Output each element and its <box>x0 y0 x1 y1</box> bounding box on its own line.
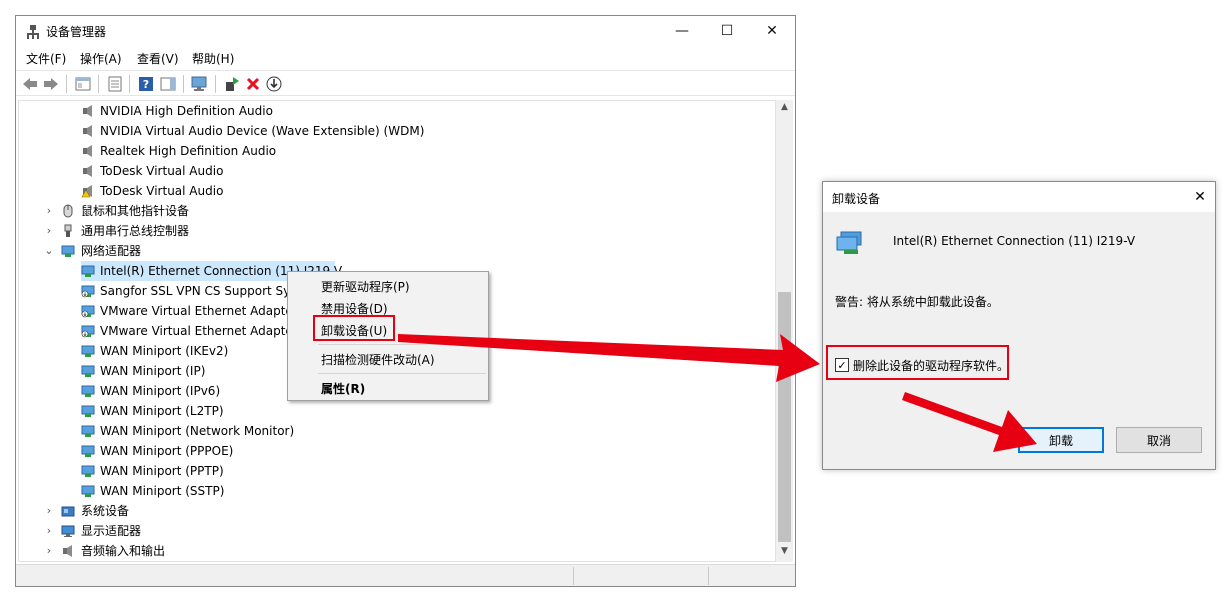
forward-icon[interactable] <box>42 75 60 93</box>
uninstall-button[interactable]: 卸载 <box>1018 427 1104 453</box>
tree-item-label: ToDesk Virtual Audio <box>100 164 224 178</box>
chevron-right-icon[interactable]: › <box>43 201 55 221</box>
tree-item-label: VMware Virtual Ethernet Adapte <box>100 304 293 318</box>
network-adapter-icon <box>81 425 95 437</box>
network-adapter-icon <box>81 385 95 397</box>
speaker-icon <box>83 105 92 117</box>
tree-item-label: Realtek High Definition Audio <box>100 144 277 158</box>
action-pane-icon[interactable] <box>159 75 177 93</box>
chevron-right-icon[interactable]: › <box>43 221 55 241</box>
uninstall-device-icon[interactable] <box>244 75 262 93</box>
menu-file[interactable]: 文件(F) <box>26 50 66 67</box>
scroll-thumb[interactable] <box>778 292 791 542</box>
dialog-device-name: Intel(R) Ethernet Connection (11) I219-V <box>893 234 1136 248</box>
tree-category-label: 系统设备 <box>81 504 130 518</box>
close-button[interactable]: ✕ <box>749 16 795 46</box>
tree-item-label: WAN Miniport (IPv6) <box>100 384 221 398</box>
highlight-box <box>313 315 395 341</box>
scroll-up-icon[interactable]: ▲ <box>776 102 793 116</box>
system-devices-icon <box>61 506 75 517</box>
tree-item-label: WAN Miniport (IKEv2) <box>100 344 229 358</box>
tree-category-label: 鼠标和其他指针设备 <box>81 204 190 218</box>
chevron-right-icon[interactable]: › <box>43 521 55 541</box>
tree-item-label: NVIDIA Virtual Audio Device (Wave Extens… <box>100 124 425 138</box>
tree-item-label: Sangfor SSL VPN CS Support Sy <box>100 284 291 298</box>
dialog-close-button[interactable]: ✕ <box>1185 182 1215 212</box>
update-driver-icon[interactable] <box>223 75 241 93</box>
chevron-down-icon[interactable]: ⌄ <box>43 241 55 261</box>
vertical-scrollbar[interactable]: ▲ ▼ <box>776 100 793 562</box>
status-bar <box>16 564 795 586</box>
tree-item-label: WAN Miniport (SSTP) <box>100 484 225 498</box>
toolbar: ? <box>16 70 795 96</box>
menu-item-update-driver[interactable]: 更新驱动程序(P) <box>321 278 410 295</box>
network-adapter-arrow-icon <box>81 325 95 338</box>
tree-item-label: WAN Miniport (Network Monitor) <box>100 424 295 438</box>
network-adapter-icon <box>81 465 95 477</box>
tree-item-label: WAN Miniport (L2TP) <box>100 404 224 418</box>
chevron-right-icon[interactable]: › <box>43 501 55 521</box>
scan-hardware-icon[interactable] <box>191 75 209 93</box>
menu-item-scan-hardware[interactable]: 扫描检测硬件改动(A) <box>321 351 435 368</box>
tree-item-label: WAN Miniport (IP) <box>100 364 206 378</box>
network-adapter-arrow-icon <box>81 285 95 298</box>
network-adapter-icon <box>836 231 862 254</box>
dialog-title-bar: 卸载设备 ✕ <box>823 182 1215 212</box>
speaker-warning-icon <box>81 185 92 198</box>
network-adapter-icon <box>81 485 95 497</box>
menu-help[interactable]: 帮助(H) <box>192 50 234 67</box>
network-adapter-arrow-icon <box>81 305 95 318</box>
cancel-button[interactable]: 取消 <box>1116 427 1202 453</box>
properties-icon[interactable] <box>106 75 124 93</box>
network-adapter-icon <box>81 445 95 457</box>
chevron-right-icon[interactable]: › <box>43 541 55 561</box>
network-adapter-icon <box>81 265 95 277</box>
uninstall-dialog: 卸载设备 ✕ Intel(R) Ethernet Connection (11)… <box>822 181 1216 470</box>
menu-item-properties[interactable]: 属性(R) <box>321 380 365 397</box>
tree-category-label: 网络适配器 <box>81 244 142 258</box>
network-adapter-icon <box>81 365 95 377</box>
menu-view[interactable]: 查看(V) <box>137 50 179 67</box>
display-adapter-icon <box>61 525 75 537</box>
speaker-icon <box>83 165 92 177</box>
title-bar: 设备管理器 — ☐ ✕ <box>16 16 795 46</box>
help-icon[interactable]: ? <box>137 75 155 93</box>
minimize-button[interactable]: — <box>659 16 705 46</box>
dialog-title: 卸载设备 <box>832 192 881 206</box>
menu-action[interactable]: 操作(A) <box>80 50 122 67</box>
tree-item-label: WAN Miniport (PPTP) <box>100 464 224 478</box>
tree-item-label: ToDesk Virtual Audio <box>100 184 224 198</box>
dialog-warning-text: 警告: 将从系统中卸载此设备。 <box>835 295 999 309</box>
speaker-icon <box>83 145 92 157</box>
tree-item-label: VMware Virtual Ethernet Adapte <box>100 324 293 338</box>
mouse-icon <box>63 204 73 218</box>
tree-category-label: 通用串行总线控制器 <box>81 224 190 238</box>
tree-item-label: WAN Miniport (PPPOE) <box>100 444 234 458</box>
menu-bar: 文件(F) 操作(A) 查看(V) 帮助(H) <box>16 47 795 69</box>
scroll-down-icon[interactable]: ▼ <box>776 546 793 560</box>
back-icon[interactable] <box>21 75 39 93</box>
speaker-icon <box>63 545 72 557</box>
network-adapter-icon <box>61 245 75 257</box>
tree-category-label: 显示适配器 <box>81 524 142 538</box>
maximize-button[interactable]: ☐ <box>704 16 750 46</box>
tree-category-label: 音频输入和输出 <box>81 544 166 558</box>
window-title: 设备管理器 <box>46 25 107 39</box>
download-driver-icon[interactable] <box>265 75 283 93</box>
network-adapter-icon <box>81 345 95 357</box>
tree-item-label: NVIDIA High Definition Audio <box>100 104 273 118</box>
network-adapter-icon <box>81 405 95 417</box>
usb-icon <box>64 224 72 237</box>
speaker-icon <box>83 125 92 137</box>
device-manager-icon <box>27 25 39 39</box>
svg-text:?: ? <box>143 78 149 91</box>
show-hide-tree-icon[interactable] <box>74 75 92 93</box>
highlight-box <box>826 345 1009 380</box>
